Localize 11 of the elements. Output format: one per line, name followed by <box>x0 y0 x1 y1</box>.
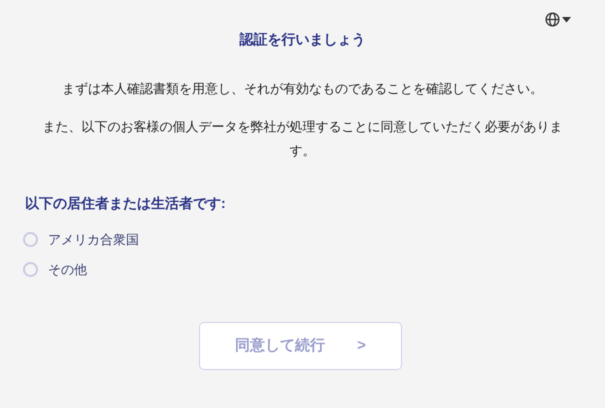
instruction-paragraph: また、以下のお客様の個人データを弊社が処理することに同意していただく必要があります。 <box>42 118 564 160</box>
page-title: 認証を行いましょう <box>240 30 366 49</box>
radio-button[interactable] <box>23 262 38 277</box>
radio-button[interactable] <box>23 232 38 248</box>
option-label: その他 <box>48 260 87 278</box>
question-heading: 以下の居住者または生活者です: <box>25 194 226 213</box>
globe-icon <box>545 12 560 27</box>
option-label: アメリカ合衆国 <box>48 231 139 249</box>
caret-icon <box>562 16 571 22</box>
instruction-paragraph: まずは本人確認書類を用意し、それが有効なものであることを確認してください。 <box>62 80 543 98</box>
language-menu-button[interactable] <box>545 12 571 27</box>
